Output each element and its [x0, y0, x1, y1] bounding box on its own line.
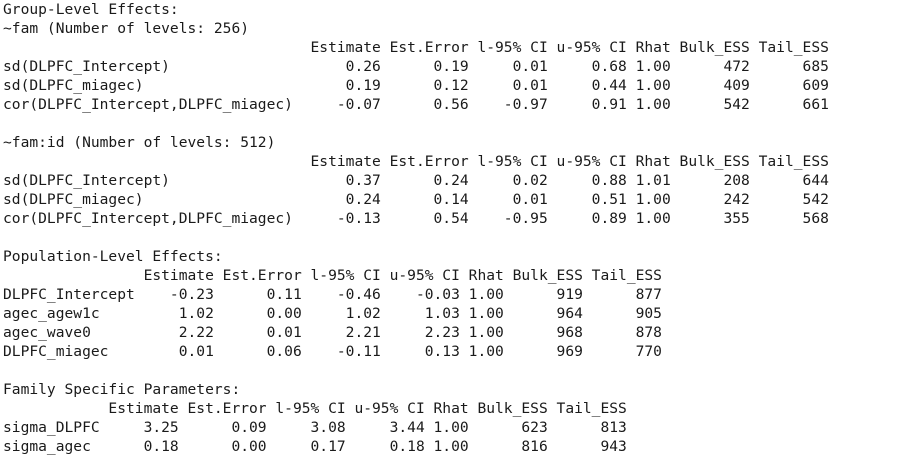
family-row-sigma-dlpfc: sigma_DLPFC 3.25 0.09 3.08 3.44 1.00 623…: [3, 419, 627, 436]
fam-row-sd-intercept: sd(DLPFC_Intercept) 0.26 0.19 0.01 0.68 …: [3, 58, 829, 75]
famid-row-cor: cor(DLPFC_Intercept,DLPFC_miagec) -0.13 …: [3, 210, 829, 227]
famid-row-sd-intercept: sd(DLPFC_Intercept) 0.37 0.24 0.02 0.88 …: [3, 172, 829, 189]
population-section-title: Population-Level Effects:: [3, 248, 223, 265]
population-row-intercept: DLPFC_Intercept -0.23 0.11 -0.46 -0.03 1…: [3, 286, 662, 303]
family-section-title: Family Specific Parameters:: [3, 381, 241, 398]
fam-row-cor: cor(DLPFC_Intercept,DLPFC_miagec) -0.07 …: [3, 96, 829, 113]
fam-table-header: Estimate Est.Error l-95% CI u-95% CI Rha…: [3, 39, 829, 56]
fam-section-title: ~fam (Number of levels: 256): [3, 20, 250, 37]
population-table-header: Estimate Est.Error l-95% CI u-95% CI Rha…: [3, 267, 662, 284]
population-row-agew1c: agec_agew1c 1.02 0.00 1.02 1.03 1.00 964…: [3, 305, 662, 322]
population-row-wave0: agec_wave0 2.22 0.01 2.21 2.23 1.00 968 …: [3, 324, 662, 341]
famid-section-title: ~fam:id (Number of levels: 512): [3, 134, 276, 151]
console-output: Group-Level Effects: ~fam (Number of lev…: [0, 0, 901, 458]
population-row-miagec: DLPFC_miagec 0.01 0.06 -0.11 0.13 1.00 9…: [3, 343, 662, 360]
fam-row-sd-miagec: sd(DLPFC_miagec) 0.19 0.12 0.01 0.44 1.0…: [3, 77, 829, 94]
family-row-sigma-agec: sigma_agec 0.18 0.00 0.17 0.18 1.00 816 …: [3, 438, 627, 455]
family-table-header: Estimate Est.Error l-95% CI u-95% CI Rha…: [3, 400, 627, 417]
famid-table-header: Estimate Est.Error l-95% CI u-95% CI Rha…: [3, 153, 829, 170]
group-level-heading: Group-Level Effects:: [3, 1, 179, 18]
famid-row-sd-miagec: sd(DLPFC_miagec) 0.24 0.14 0.01 0.51 1.0…: [3, 191, 829, 208]
